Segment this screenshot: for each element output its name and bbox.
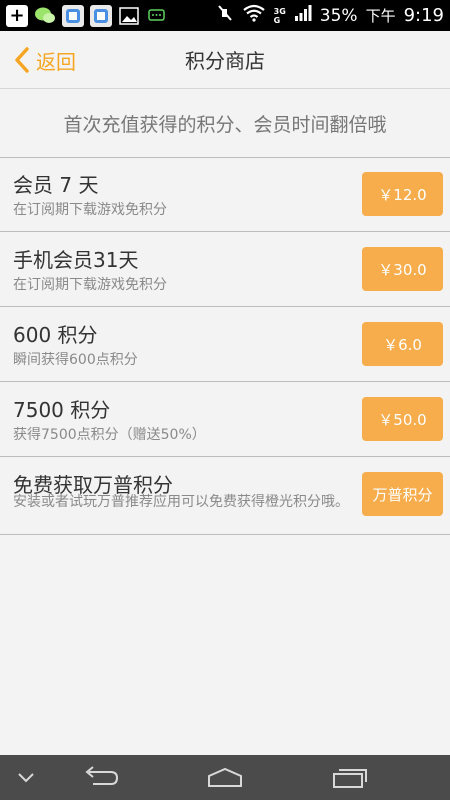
clock-time: 9:19	[403, 5, 444, 26]
back-nav-button[interactable]	[80, 763, 120, 793]
status-bar: + 3G G 35% 下午 9:19	[0, 0, 450, 31]
item-description: 在订阅期下载游戏免积分	[13, 202, 167, 218]
recent-apps-button[interactable]	[330, 763, 370, 793]
network-top-label: 3G	[273, 6, 286, 16]
price-button[interactable]: ￥6.0	[362, 322, 443, 366]
status-indicators: 3G G 35% 下午 9:19	[216, 0, 444, 31]
wanpu-points-button[interactable]: 万普积分	[362, 472, 443, 516]
time-period: 下午	[365, 7, 396, 25]
item-title: 手机会员31天	[13, 248, 139, 272]
signal-icon	[294, 4, 312, 27]
item-description: 安装或者试玩万普推荐应用可以免费获得橙光积分哦。	[13, 494, 349, 510]
list-item-free-points: 免费获取万普积分 安装或者试玩万普推荐应用可以免费获得橙光积分哦。 万普积分	[0, 457, 450, 535]
price-button[interactable]: ￥50.0	[362, 397, 443, 441]
item-description: 在订阅期下载游戏免积分	[13, 277, 167, 293]
title-bar: 返回 积分商店	[0, 31, 450, 89]
list-item-vip-31days: 手机会员31天 在订阅期下载游戏免积分 ￥30.0	[0, 232, 450, 307]
back-arrow-icon	[85, 766, 119, 785]
message-icon	[146, 5, 168, 27]
recent-apps-icon	[333, 769, 367, 788]
price-button[interactable]: ￥12.0	[362, 172, 443, 216]
price-button[interactable]: ￥30.0	[362, 247, 443, 291]
item-description: 获得7500点积分（赠送50%）	[13, 427, 206, 443]
list-item-600-points: 600 积分 瞬间获得600点积分 ￥6.0	[0, 307, 450, 382]
list-item-7500-points: 7500 积分 获得7500点积分（赠送50%） ￥50.0	[0, 382, 450, 457]
wechat-icon	[34, 5, 56, 27]
battery-level: 35%	[319, 5, 358, 26]
image-icon	[118, 5, 140, 27]
app-store-icon	[62, 4, 84, 27]
item-title: 600 积分	[13, 323, 98, 347]
product-list: 会员 7 天 在订阅期下载游戏免积分 ￥12.0 手机会员31天 在订阅期下载游…	[0, 157, 450, 535]
home-nav-button[interactable]	[205, 763, 245, 793]
promo-text: 首次充值获得的积分、会员时间翻倍哦	[63, 113, 387, 136]
mute-icon	[216, 3, 234, 28]
promo-banner: 首次充值获得的积分、会员时间翻倍哦	[0, 89, 450, 158]
app-store-icon-2	[90, 4, 112, 27]
item-description: 瞬间获得600点积分	[13, 352, 138, 368]
home-icon	[208, 767, 242, 787]
item-title: 会员 7 天	[13, 173, 99, 197]
wifi-icon	[242, 4, 266, 27]
page-title: 积分商店	[185, 49, 265, 73]
network-type: 3G G	[274, 7, 286, 25]
notification-icons: +	[6, 4, 168, 27]
system-nav-bar	[0, 755, 450, 800]
chevron-down-icon	[18, 773, 34, 783]
item-title: 7500 积分	[13, 398, 111, 422]
network-bottom-label: G	[273, 15, 281, 25]
list-item-vip-7days: 会员 7 天 在订阅期下载游戏免积分 ￥12.0	[0, 157, 450, 232]
hide-nav-button[interactable]	[12, 763, 40, 793]
add-icon: +	[6, 4, 28, 27]
